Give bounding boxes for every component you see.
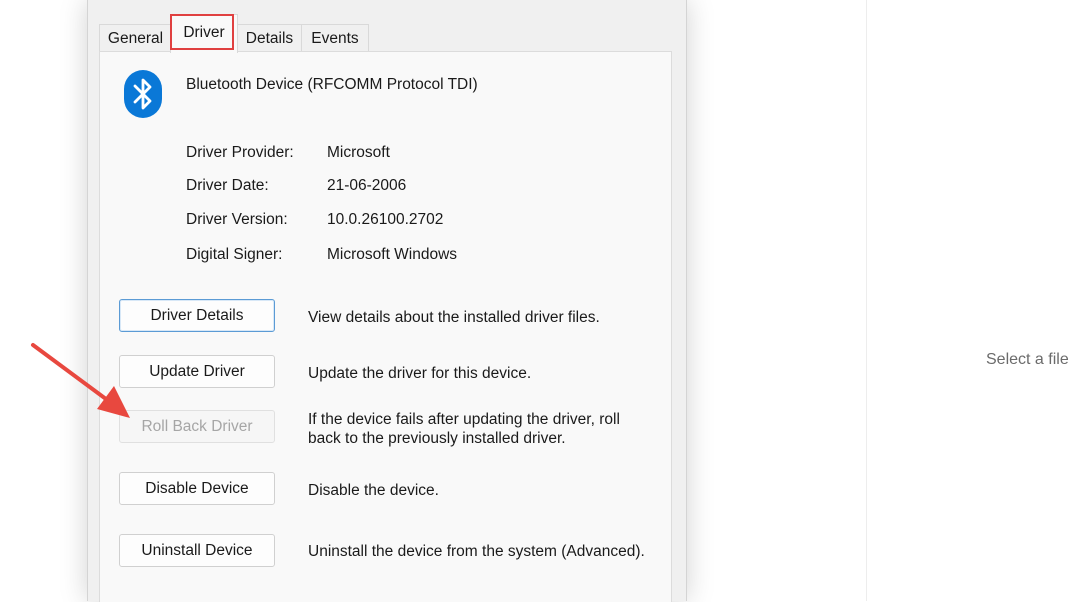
roll-back-driver-description: If the device fails after updating the d… — [308, 410, 620, 448]
background-left — [0, 0, 87, 601]
roll-back-driver-button[interactable]: Roll Back Driver — [119, 410, 275, 443]
uninstall-device-button[interactable]: Uninstall Device — [119, 534, 275, 567]
driver-date-value: 21-06-2006 — [327, 177, 407, 194]
tab-events[interactable]: Events — [301, 24, 369, 52]
tab-details[interactable]: Details — [236, 24, 303, 52]
roll-back-description-line-1: If the device fails after updating the d… — [308, 411, 620, 428]
update-driver-button[interactable]: Update Driver — [119, 355, 275, 388]
driver-details-description: View details about the installed driver … — [308, 309, 600, 326]
driver-provider-label: Driver Provider: — [186, 144, 294, 161]
driver-version-label: Driver Version: — [186, 211, 288, 228]
digital-signer-label: Digital Signer: — [186, 246, 283, 263]
tab-general[interactable]: General — [99, 24, 172, 52]
right-pane — [686, 0, 1068, 601]
device-name: Bluetooth Device (RFCOMM Protocol TDI) — [186, 76, 478, 93]
bluetooth-icon — [124, 70, 162, 118]
driver-date-label: Driver Date: — [186, 177, 269, 194]
right-pane-divider — [866, 0, 867, 601]
digital-signer-value: Microsoft Windows — [327, 246, 458, 263]
uninstall-device-description: Uninstall the device from the system (Ad… — [308, 543, 645, 560]
roll-back-description-line-2: back to the previously installed driver. — [308, 430, 566, 447]
update-driver-description: Update the driver for this device. — [308, 365, 532, 382]
driver-provider-value: Microsoft — [327, 144, 390, 161]
select-file-placeholder: Select a file — [986, 351, 1068, 368]
driver-details-button[interactable]: Driver Details — [119, 299, 275, 332]
disable-device-button[interactable]: Disable Device — [119, 472, 275, 505]
driver-version-value: 10.0.26100.2702 — [327, 211, 444, 228]
disable-device-description: Disable the device. — [308, 482, 439, 499]
tab-driver[interactable]: Driver — [170, 14, 238, 53]
